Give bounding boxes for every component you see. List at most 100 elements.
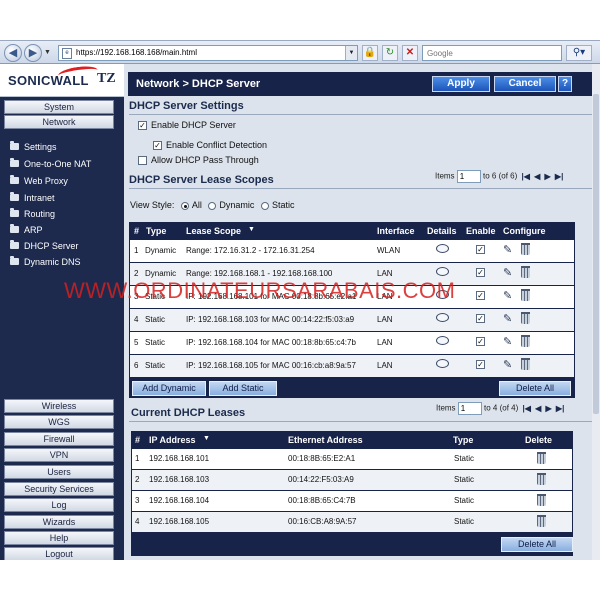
trash-icon[interactable]	[537, 473, 546, 485]
trash-icon[interactable]	[537, 494, 546, 506]
enable-checkbox[interactable]: ✓	[476, 360, 485, 369]
edit-icon[interactable]: ✎	[503, 243, 512, 256]
sidebar-tab-logout[interactable]: Logout	[4, 547, 114, 560]
first-page-icon[interactable]: |◀	[523, 404, 531, 413]
view-style-selector: View Style: All Dynamic Static	[130, 200, 295, 210]
leases-table-header: # IP Address ▼ Ethernet Address Type Del…	[135, 435, 553, 445]
sidebar-item-arp[interactable]: ARP	[10, 223, 43, 237]
scopes-pager: Items to 6 (of 6) |◀ ◀ ▶ ▶|	[435, 170, 563, 183]
sidebar-item-one-to-one-nat[interactable]: One-to-One NAT	[10, 157, 91, 171]
sidebar-item-settings[interactable]: Settings	[10, 140, 57, 154]
sidebar-tab-log[interactable]: Log	[4, 498, 114, 512]
sidebar-tab-system[interactable]: System	[4, 100, 114, 114]
details-bubble-icon[interactable]	[436, 359, 449, 368]
leases-table-footer: Delete All	[131, 534, 573, 554]
search-icon[interactable]: ⚲▾	[566, 45, 592, 61]
first-page-icon[interactable]: |◀	[522, 172, 530, 181]
help-button[interactable]: ?	[558, 76, 572, 92]
trash-icon[interactable]	[521, 289, 530, 301]
enable-conflict-checkbox[interactable]: ✓	[153, 141, 162, 151]
page-icon: e	[62, 48, 72, 59]
leases-pager-input[interactable]	[457, 402, 482, 415]
delete-all-scopes-button[interactable]: Delete All	[499, 381, 571, 396]
history-dropdown-icon[interactable]: ▼	[44, 49, 51, 56]
scroll-thumb[interactable]	[593, 94, 599, 414]
trash-icon[interactable]	[521, 358, 530, 370]
address-text[interactable]: https://192.168.168.168/main.html	[76, 48, 197, 57]
trash-icon[interactable]	[521, 335, 530, 347]
next-page-icon[interactable]: ▶	[545, 172, 551, 181]
view-static-radio[interactable]	[260, 201, 269, 210]
view-all-radio[interactable]	[180, 201, 189, 210]
sort-desc-icon[interactable]: ▼	[248, 226, 255, 233]
enable-conflict-option[interactable]: ✓ Enable Conflict Detection	[153, 140, 267, 151]
last-page-icon[interactable]: ▶|	[555, 172, 563, 181]
edit-icon[interactable]: ✎	[503, 312, 512, 325]
enable-checkbox[interactable]: ✓	[476, 245, 485, 254]
browser-toolbar: ◀ ▶ ▼ e https://192.168.168.168/main.htm…	[0, 40, 600, 64]
settings-section-title: DHCP Server Settings	[129, 100, 244, 112]
sidebar-item-routing[interactable]: Routing	[10, 207, 55, 221]
apply-button[interactable]: Apply	[432, 76, 490, 92]
lock-icon[interactable]: 🔒	[362, 45, 378, 61]
enable-dhcp-checkbox[interactable]: ✓	[138, 121, 147, 131]
scopes-pager-input[interactable]	[456, 170, 481, 183]
trash-icon[interactable]	[521, 312, 530, 324]
sidebar-tab-wireless[interactable]: Wireless	[4, 399, 114, 413]
address-dropdown-icon[interactable]: ▼	[345, 46, 357, 60]
edit-icon[interactable]: ✎	[503, 266, 512, 279]
refresh-icon[interactable]: ↻	[382, 45, 398, 61]
next-page-icon[interactable]: ▶	[546, 404, 552, 413]
edit-icon[interactable]: ✎	[503, 358, 512, 371]
allow-passthrough-option[interactable]: Allow DHCP Pass Through	[138, 155, 259, 166]
sidebar-item-dhcp-server[interactable]: DHCP Server	[10, 239, 78, 253]
prev-page-icon[interactable]: ◀	[535, 404, 541, 413]
address-bar[interactable]: e https://192.168.168.168/main.html ▼	[58, 45, 358, 61]
search-box[interactable]	[422, 45, 562, 61]
folder-icon	[10, 158, 19, 167]
details-bubble-icon[interactable]	[436, 313, 449, 322]
prev-page-icon[interactable]: ◀	[534, 172, 540, 181]
page-scrollbar[interactable]	[592, 64, 600, 560]
add-static-button[interactable]: Add Static	[209, 381, 277, 396]
section-divider	[129, 421, 595, 422]
details-bubble-icon[interactable]	[436, 244, 449, 253]
stop-icon[interactable]: ✕	[402, 45, 418, 61]
last-page-icon[interactable]: ▶|	[556, 404, 564, 413]
sidebar-tab-network[interactable]: Network	[4, 115, 114, 129]
forward-icon[interactable]: ▶	[24, 44, 42, 62]
sort-desc-icon[interactable]: ▼	[203, 435, 210, 442]
trash-icon[interactable]	[537, 515, 546, 527]
sidebar-tab-firewall[interactable]: Firewall	[4, 432, 114, 446]
brand-logo: SONICWALL TZ	[0, 64, 124, 97]
delete-all-leases-button[interactable]: Delete All	[501, 537, 573, 552]
search-input[interactable]	[423, 46, 553, 60]
edit-icon[interactable]: ✎	[503, 289, 512, 302]
sidebar-item-intranet[interactable]: Intranet	[10, 191, 55, 205]
sidebar-tab-help[interactable]: Help	[4, 531, 114, 545]
trash-icon[interactable]	[537, 452, 546, 464]
back-icon[interactable]: ◀	[4, 44, 22, 62]
enable-dhcp-option[interactable]: ✓ Enable DHCP Server	[138, 120, 236, 131]
enable-checkbox[interactable]: ✓	[476, 337, 485, 346]
sidebar-tab-vpn[interactable]: VPN	[4, 448, 114, 462]
sidebar-tab-security-services[interactable]: Security Services	[4, 482, 114, 496]
details-bubble-icon[interactable]	[436, 336, 449, 345]
sidebar-tab-users[interactable]: Users	[4, 465, 114, 479]
trash-icon[interactable]	[521, 243, 530, 255]
sidebar-tab-wizards[interactable]: Wizards	[4, 515, 114, 529]
trash-icon[interactable]	[521, 266, 530, 278]
edit-icon[interactable]: ✎	[503, 335, 512, 348]
allow-passthrough-checkbox[interactable]	[138, 156, 147, 166]
enable-checkbox[interactable]: ✓	[476, 291, 485, 300]
add-dynamic-button[interactable]: Add Dynamic	[132, 381, 206, 396]
sidebar-item-web-proxy[interactable]: Web Proxy	[10, 174, 68, 188]
cancel-button[interactable]: Cancel	[494, 76, 556, 92]
details-bubble-icon[interactable]	[436, 267, 449, 276]
sidebar-item-dynamic-dns[interactable]: Dynamic DNS	[10, 255, 81, 269]
enable-checkbox[interactable]: ✓	[476, 314, 485, 323]
enable-checkbox[interactable]: ✓	[476, 268, 485, 277]
main-content: Network > DHCP Server Apply Cancel ? DHC…	[124, 64, 600, 560]
view-dynamic-radio[interactable]	[208, 201, 217, 210]
sidebar-tab-wgs[interactable]: WGS	[4, 415, 114, 429]
